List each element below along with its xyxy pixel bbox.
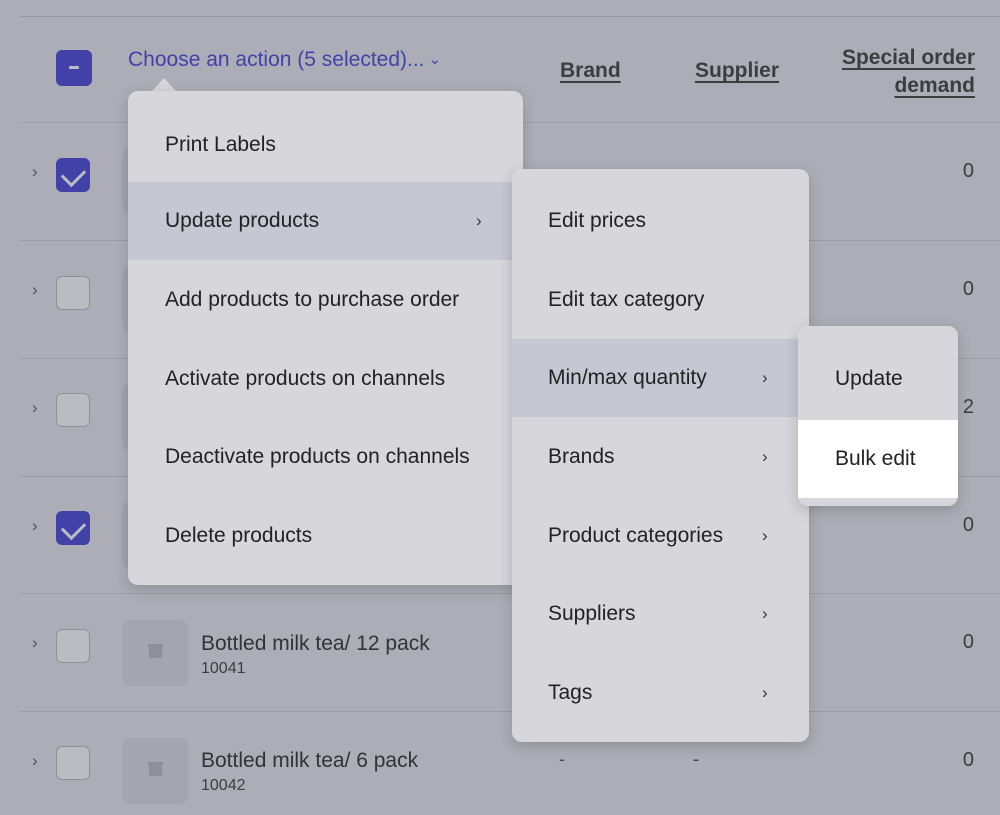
menu-item-edit-tax-category[interactable]: Edit tax category [512, 261, 809, 339]
menu-item-bulk-edit[interactable]: Bulk edit [798, 420, 958, 498]
menu-item-label: Product categories [548, 524, 724, 547]
menu-item-label: Print Labels [165, 133, 276, 156]
chevron-right-icon: › [762, 604, 768, 623]
menu-item-label: Brands [548, 445, 615, 468]
menu-item-label: Deactivate products on channels [165, 445, 470, 468]
chevron-right-icon: › [762, 368, 768, 387]
update-products-submenu: Edit prices Edit tax category Min/max qu… [512, 169, 809, 742]
menu-item-update-products[interactable]: Update products › [128, 182, 523, 260]
menu-item-edit-prices[interactable]: Edit prices [512, 182, 809, 260]
menu-item-label: Delete products [165, 524, 313, 547]
menu-item-label: Add products to purchase order [165, 288, 460, 311]
menu-item-brands[interactable]: Brands › [512, 418, 809, 496]
action-menu: Print Labels Update products › Add produc… [128, 91, 523, 585]
menu-item-activate-on-channels[interactable]: Activate products on channels [128, 340, 523, 418]
menu-item-tags[interactable]: Tags › [512, 654, 809, 732]
menu-item-print-labels[interactable]: Print Labels [128, 106, 523, 184]
menu-item-deactivate-on-channels[interactable]: Deactivate products on channels [128, 418, 523, 496]
chevron-right-icon: › [762, 447, 768, 466]
min-max-quantity-submenu: Update Bulk edit [798, 326, 958, 506]
menu-item-label: Update [835, 367, 903, 390]
menu-item-min-max-quantity[interactable]: Min/max quantity › [512, 339, 809, 417]
menu-item-label: Activate products on channels [165, 367, 446, 390]
menu-item-product-categories[interactable]: Product categories › [512, 497, 809, 575]
menu-item-suppliers[interactable]: Suppliers › [512, 575, 809, 653]
menu-item-delete-products[interactable]: Delete products [128, 497, 523, 575]
menu-item-add-to-purchase-order[interactable]: Add products to purchase order [128, 261, 523, 339]
menu-item-label: Update products [165, 209, 320, 232]
menu-item-label: Edit tax category [548, 288, 705, 311]
menu-item-label: Tags [548, 681, 593, 704]
menu-item-update[interactable]: Update [798, 340, 958, 418]
menu-item-label: Bulk edit [835, 447, 916, 470]
menu-pointer [152, 78, 176, 91]
chevron-right-icon: › [476, 211, 482, 230]
menu-item-label: Min/max quantity [548, 366, 707, 389]
chevron-right-icon: › [762, 683, 768, 702]
menu-item-label: Edit prices [548, 209, 647, 232]
chevron-right-icon: › [762, 526, 768, 545]
menu-item-label: Suppliers [548, 602, 636, 625]
